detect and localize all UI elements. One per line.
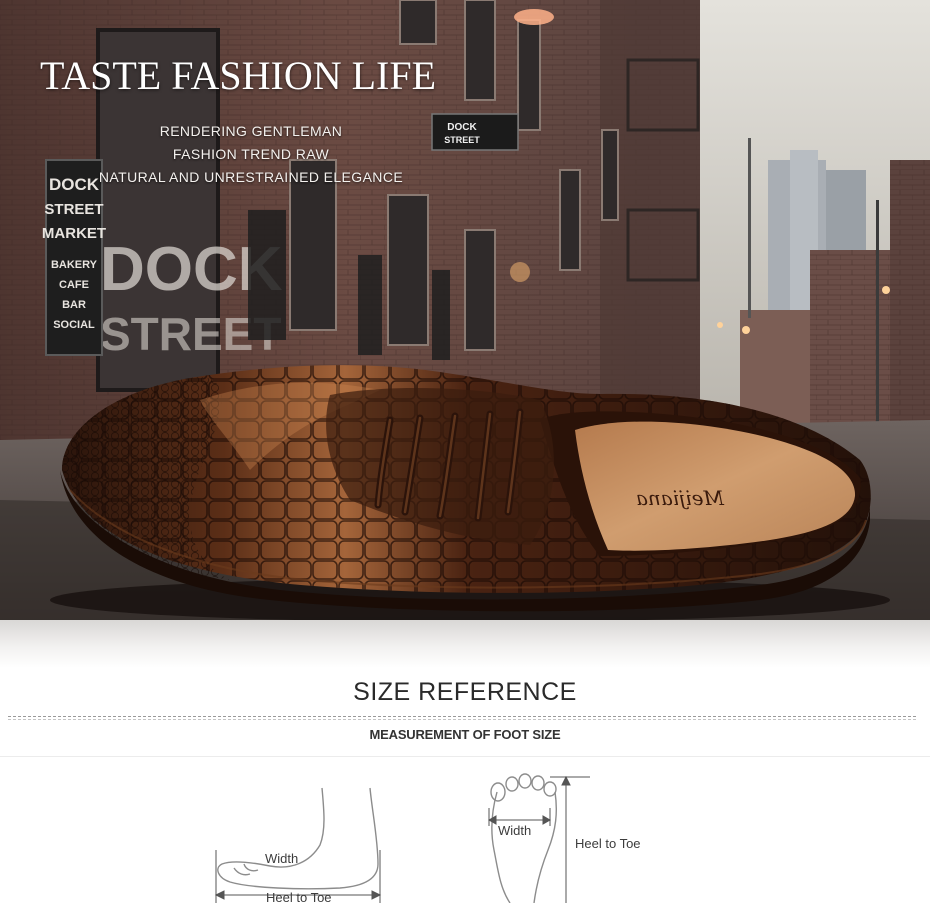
- top-length-label: Heel to Toe: [575, 836, 641, 851]
- tagline-line: NATURAL AND UNRESTRAINED ELEGANCE: [98, 169, 404, 185]
- side-width-label: Width: [265, 851, 299, 866]
- hero-banner: DOCK STREET DOCK STREET MARKET BAKERY CA…: [0, 0, 930, 620]
- product-page: DOCK STREET DOCK STREET MARKET BAKERY CA…: [0, 0, 930, 903]
- foot-measurement-diagram: [214, 773, 590, 903]
- chalkboard-line: BAKERY: [51, 259, 98, 271]
- divider: [0, 756, 930, 757]
- tagline-line: FASHION TREND RAW: [172, 146, 330, 162]
- side-length-label: Heel to Toe: [266, 890, 332, 903]
- chalkboard-line: MARKET: [42, 225, 106, 242]
- top-foot-outline: [490, 773, 557, 903]
- side-foot-outline: [217, 787, 379, 890]
- hanging-sign-line: STREET: [444, 135, 480, 145]
- top-width-label: Width: [498, 823, 532, 838]
- hero-tagline: RENDERING GENTLEMAN FASHION TREND RAW NA…: [95, 120, 407, 189]
- chalkboard-line: BAR: [62, 299, 86, 311]
- chalkboard-line: SOCIAL: [53, 319, 95, 331]
- divider: [8, 719, 916, 720]
- size-reference-title: SIZE REFERENCE: [353, 678, 577, 706]
- hero-title: TASTE FASHION LIFE: [40, 53, 437, 98]
- insole-brand: Meijiana: [636, 486, 725, 510]
- hanging-sign-line: DOCK: [447, 122, 477, 133]
- size-reference-subtitle: MEASUREMENT OF FOOT SIZE: [369, 727, 561, 742]
- chalkboard-line: DOCK: [49, 175, 100, 194]
- divider: [8, 716, 916, 717]
- tagline-line: RENDERING GENTLEMAN: [159, 123, 343, 139]
- hero-reflection: [0, 620, 930, 668]
- chalkboard-line: STREET: [44, 201, 103, 218]
- chalkboard-line: CAFE: [59, 279, 89, 291]
